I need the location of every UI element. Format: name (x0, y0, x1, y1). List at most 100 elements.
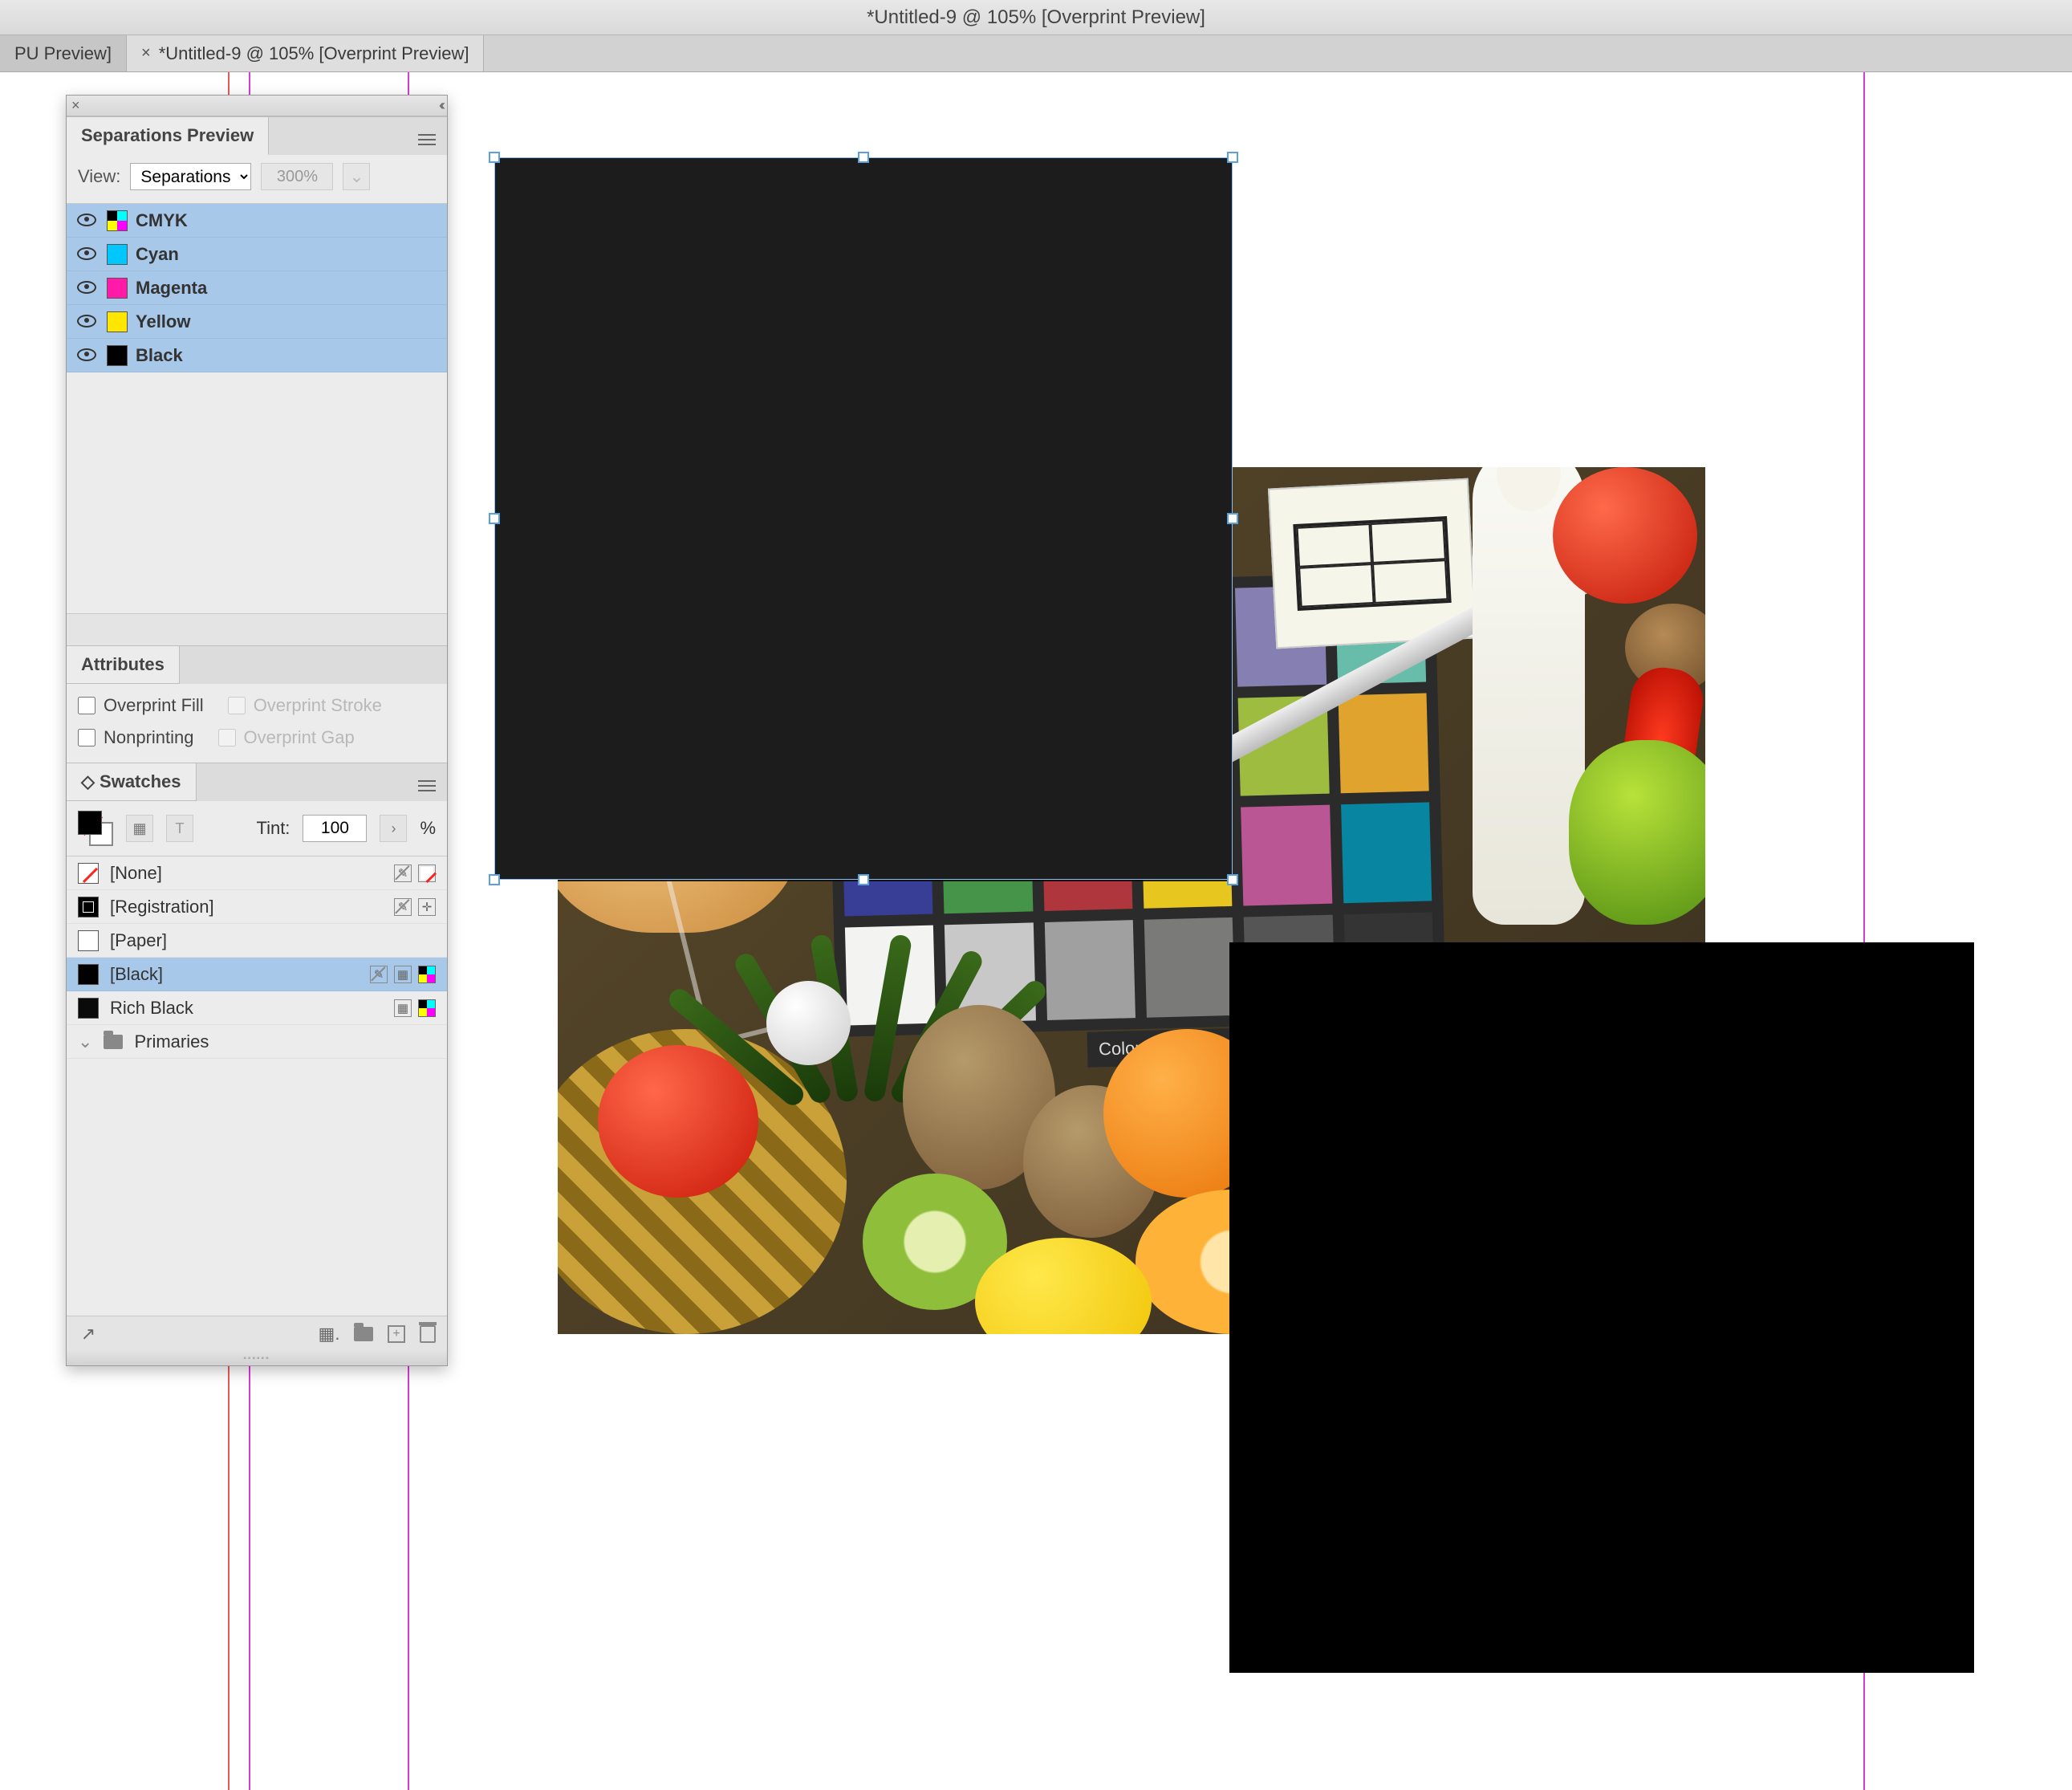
swatch-row-paper[interactable]: [Paper] (67, 924, 447, 958)
tint-input[interactable] (303, 815, 367, 842)
zoom-value: 300% (261, 163, 333, 190)
zoom-dropdown-icon[interactable]: ⌄ (343, 163, 370, 190)
nonprinting-checkbox[interactable]: Nonprinting (78, 727, 194, 748)
cmyk-mode-icon (418, 966, 436, 983)
tab-label: PU Preview] (14, 43, 112, 64)
swatch-group-primaries[interactable]: ⌄ Primaries (67, 1025, 447, 1059)
tomato-graphic (598, 1045, 758, 1198)
panel-menu-icon[interactable] (407, 127, 447, 145)
resize-handle[interactable] (858, 152, 869, 163)
fill-stroke-proxy[interactable] (78, 811, 113, 846)
swatch-row-registration[interactable]: [Registration] ✎✛ (67, 890, 447, 924)
ink-name: Cyan (136, 244, 179, 265)
swatches-panel: ◇ Swatches ▦ T Tint: › % (67, 763, 447, 1351)
ink-row-black[interactable]: Black (67, 339, 447, 372)
new-color-group-icon[interactable]: ▦. (319, 1325, 339, 1343)
attributes-panel: Attributes Overprint Fill Overprint Stro… (67, 645, 447, 763)
ink-name: Black (136, 345, 183, 366)
new-swatch-icon[interactable] (388, 1325, 405, 1343)
container-formatting-icon[interactable]: ▦ (126, 815, 153, 842)
ink-row-cyan[interactable]: Cyan (67, 238, 447, 271)
panel-titlebar[interactable]: × ‹‹ (67, 96, 447, 116)
swatch-icon (78, 897, 99, 917)
tint-label: Tint: (256, 818, 290, 839)
fill-proxy-icon[interactable] (78, 811, 102, 835)
golfball-graphic (766, 981, 851, 1065)
empty-area (67, 1059, 447, 1316)
delete-swatch-icon[interactable] (420, 1325, 436, 1343)
ink-swatch-icon (107, 244, 128, 265)
overprint-fill-checkbox[interactable]: Overprint Fill (78, 695, 204, 716)
ink-row-yellow[interactable]: Yellow (67, 305, 447, 339)
ink-row-magenta[interactable]: Magenta (67, 271, 447, 305)
swatch-row-none[interactable]: [None] ✎ (67, 856, 447, 890)
empty-area (67, 372, 447, 613)
panel-resize-grip[interactable]: ▪▪▪▪▪▪ (67, 1351, 447, 1365)
ink-row-cmyk[interactable]: CMYK (67, 204, 447, 238)
floating-panel[interactable]: × ‹‹ Separations Preview View: Separatio… (66, 95, 448, 1366)
visibility-icon[interactable] (75, 244, 99, 265)
visibility-icon[interactable] (75, 311, 99, 332)
green-pepper-graphic (1569, 740, 1705, 925)
ink-swatch-icon (107, 311, 128, 332)
view-select[interactable]: Separations (130, 163, 251, 190)
tomato-graphic (1553, 467, 1697, 604)
tab-label: *Untitled-9 @ 105% [Overprint Preview] (159, 43, 469, 64)
selected-rectangle[interactable] (494, 157, 1233, 880)
workspace[interactable]: ColorChler R (0, 72, 2072, 1790)
add-to-cc-icon[interactable]: ↗ (78, 1325, 99, 1343)
ink-swatch-icon (107, 278, 128, 299)
overprint-gap-checkbox: Overprint Gap (218, 727, 355, 748)
resize-handle[interactable] (1227, 152, 1238, 163)
close-tab-icon[interactable]: × (141, 44, 151, 63)
swatch-name: [None] (110, 863, 383, 884)
ink-name: Magenta (136, 278, 207, 299)
panel-tab-separations[interactable]: Separations Preview (67, 117, 269, 155)
ink-name: Yellow (136, 311, 190, 332)
resize-handle[interactable] (489, 513, 500, 524)
resize-handle[interactable] (1227, 513, 1238, 524)
rectangle[interactable] (1229, 942, 1974, 1673)
swatch-name: [Paper] (110, 930, 436, 951)
disclosure-icon[interactable]: ⌄ (78, 1031, 92, 1052)
swatch-row-black[interactable]: [Black] ✎▦ (67, 958, 447, 991)
tint-stepper-icon[interactable]: › (380, 815, 407, 842)
locked-icon: ✎ (394, 898, 412, 916)
status-bar (67, 613, 447, 645)
new-folder-icon[interactable] (354, 1327, 373, 1341)
swatch-icon (78, 863, 99, 884)
swatch-icon (78, 998, 99, 1019)
process-color-icon: ▦ (394, 999, 412, 1017)
none-type-icon (418, 864, 436, 882)
tab-inactive[interactable]: PU Preview] (0, 35, 127, 71)
swatch-icon (78, 964, 99, 985)
view-label: View: (78, 166, 120, 187)
cmyk-mode-icon (418, 999, 436, 1017)
panel-menu-icon[interactable] (407, 773, 447, 791)
resize-handle[interactable] (1227, 874, 1238, 885)
resize-handle[interactable] (489, 152, 500, 163)
visibility-icon[interactable] (75, 278, 99, 299)
resize-handle[interactable] (858, 874, 869, 885)
swatch-name: [Black] (110, 964, 359, 985)
panel-tab-swatches[interactable]: ◇ Swatches (67, 763, 197, 801)
overprint-stroke-checkbox: Overprint Stroke (228, 695, 382, 716)
swatch-name: Primaries (134, 1031, 436, 1052)
locked-icon: ✎ (394, 864, 412, 882)
ink-name: CMYK (136, 210, 188, 231)
tab-active[interactable]: × *Untitled-9 @ 105% [Overprint Preview] (127, 35, 484, 71)
panel-tab-attributes[interactable]: Attributes (67, 646, 180, 684)
visibility-icon[interactable] (75, 345, 99, 366)
folder-icon (104, 1035, 123, 1049)
visibility-icon[interactable] (75, 210, 99, 231)
swatches-footer: ↗ ▦. (67, 1316, 447, 1351)
ink-swatch-icon (107, 345, 128, 366)
document-tabstrip: PU Preview] × *Untitled-9 @ 105% [Overpr… (0, 35, 2072, 72)
window-titlebar: *Untitled-9 @ 105% [Overprint Preview] (0, 0, 2072, 35)
collapse-panel-icon[interactable]: ‹‹ (439, 97, 442, 114)
resize-handle[interactable] (489, 874, 500, 885)
close-panel-icon[interactable]: × (71, 97, 80, 114)
locked-icon: ✎ (370, 966, 388, 983)
text-formatting-icon[interactable]: T (166, 815, 193, 842)
swatch-row-rich-black[interactable]: Rich Black ▦ (67, 991, 447, 1025)
